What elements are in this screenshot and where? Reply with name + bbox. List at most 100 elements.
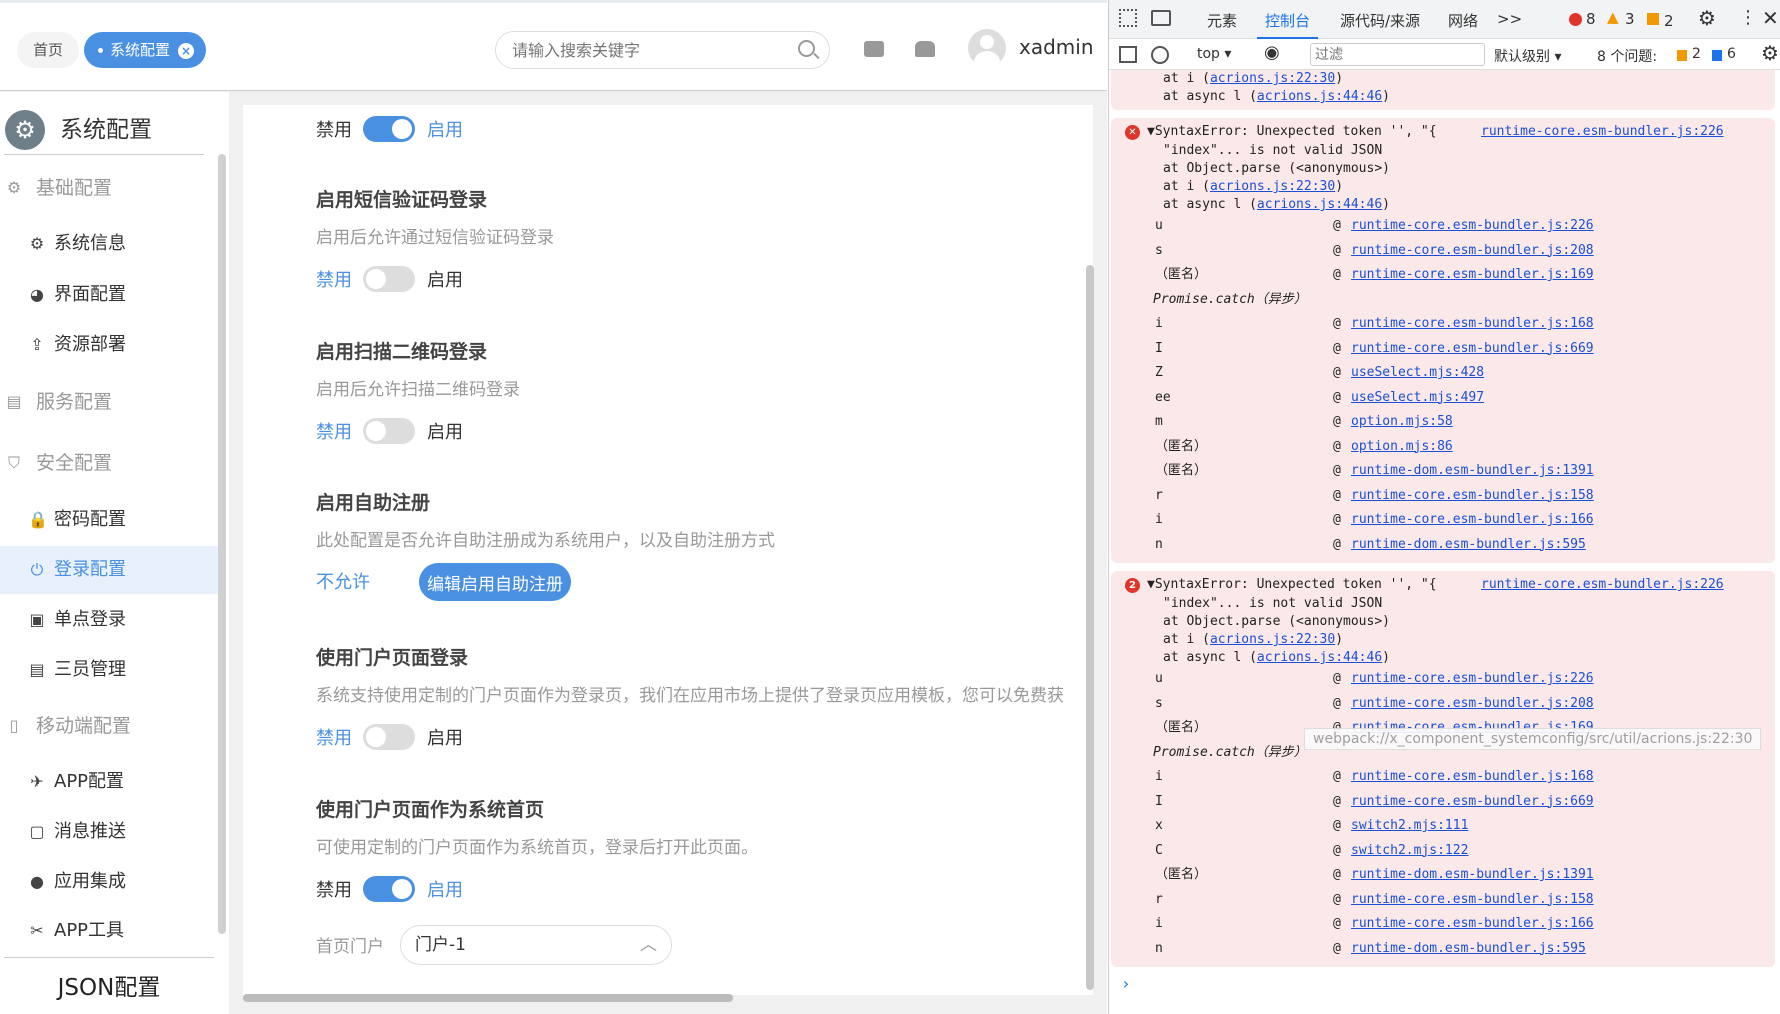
sidebar-item[interactable]: ▤ 三员管理 [0,646,218,694]
search-input[interactable] [495,31,830,69]
issues-info-count[interactable]: 6 [1727,46,1736,62]
toggle-switch[interactable] [363,724,415,750]
device-toolbar-icon[interactable] [1151,10,1171,26]
toggle-switch[interactable] [363,116,415,142]
source-link[interactable]: acrions.js:44:46 [1257,650,1382,665]
edit-self-registration-button[interactable]: 编辑启用自助注册 [419,563,571,601]
log-level-value: 默认级别 [1494,49,1550,65]
off-label: 禁用 [316,270,352,291]
source-link[interactable]: option.mjs:86 [1351,435,1453,460]
portal-select[interactable]: 门户-1 ︿ [400,925,672,965]
toggle-switch[interactable] [363,418,415,444]
source-link[interactable]: acrions.js:22:30 [1210,179,1335,194]
source-link[interactable]: runtime-core.esm-bundler.js:669 [1351,790,1594,815]
source-link[interactable]: switch2.mjs:111 [1351,814,1468,839]
sidebar-scrollbar[interactable] [218,154,226,934]
source-link[interactable]: runtime-core.esm-bundler.js:226 [1481,122,1724,142]
stack-frame: I @ runtime-core.esm-bundler.js:669 [1111,790,1775,815]
sidebar-item[interactable]: ⛉ 安全配置 [0,439,218,487]
eye-icon[interactable]: ◉ [1264,42,1280,63]
issues-warning-count[interactable]: 2 [1692,46,1701,62]
source-link[interactable]: useSelect.mjs:428 [1351,361,1484,386]
source-link[interactable]: acrions.js:44:46 [1257,89,1382,104]
tab-elements[interactable]: 元素 [1207,10,1237,31]
source-link[interactable]: switch2.mjs:122 [1351,839,1468,864]
sidebar-item[interactable]: ▯ 移动端配置 [0,702,218,750]
source-link[interactable]: runtime-core.esm-bundler.js:168 [1351,312,1594,337]
log-level-select[interactable]: 默认级别 ▾ [1494,46,1561,66]
source-link[interactable]: runtime-core.esm-bundler.js:226 [1351,214,1594,239]
sidebar-item[interactable]: 🔒 密码配置 [0,496,218,544]
source-link[interactable]: runtime-core.esm-bundler.js:669 [1351,337,1594,362]
menu-icon: ▢ [29,822,45,841]
tab-system-config[interactable]: 系统配置 × [84,32,207,68]
source-link[interactable]: runtime-dom.esm-bundler.js:1391 [1351,863,1594,888]
source-link[interactable]: runtime-core.esm-bundler.js:158 [1351,484,1594,509]
search-icon[interactable] [798,40,815,57]
toggle-switch[interactable] [363,876,415,902]
stack-frame: r @ runtime-core.esm-bundler.js:158 [1111,484,1775,509]
tab-sources[interactable]: 源代码/来源 [1340,10,1420,31]
more-options-icon[interactable]: ⋮ [1739,7,1757,28]
source-link[interactable]: runtime-core.esm-bundler.js:208 [1351,692,1594,717]
error-count[interactable]: 8 [1586,10,1596,28]
source-link[interactable]: acrions.js:44:46 [1257,197,1382,212]
filter-input[interactable] [1310,43,1485,66]
toggle-switch[interactable] [363,266,415,292]
username[interactable]: xadmin [1019,35,1094,59]
sidebar-item[interactable]: ⏻ 登录配置 [0,546,218,594]
section-title: 启用扫描二维码登录 [316,341,488,363]
source-link[interactable]: runtime-dom.esm-bundler.js:595 [1351,533,1586,558]
off-label: 禁用 [316,728,352,749]
vertical-scrollbar[interactable] [1086,265,1094,990]
tab-network[interactable]: 网络 [1448,10,1478,31]
source-link[interactable]: runtime-dom.esm-bundler.js:595 [1351,937,1586,962]
source-link[interactable]: option.mjs:58 [1351,410,1453,435]
context-select[interactable]: top ▾ [1197,46,1231,62]
skin-icon[interactable] [915,41,935,57]
sidebar-item[interactable]: ▤ 服务配置 [0,378,218,426]
clear-console-icon[interactable] [1151,46,1169,64]
source-link[interactable]: acrions.js:22:30 [1210,632,1335,647]
settings-icon[interactable]: ⚙ [1698,6,1716,30]
info-count[interactable]: 2 [1664,12,1674,30]
console-settings-icon[interactable]: ⚙ [1761,41,1779,65]
avatar[interactable] [968,29,1006,67]
sidebar-item[interactable]: ⚙ 系统信息 [0,220,218,268]
tab-console[interactable]: 控制台 [1256,10,1319,39]
sidebar-toggle-icon[interactable] [1119,46,1137,63]
message-icon[interactable] [864,41,884,57]
sidebar-item[interactable]: ▣ 单点登录 [0,596,218,644]
tab-home[interactable]: 首页 [17,32,80,68]
on-label: 启用 [427,728,463,749]
inspect-icon[interactable] [1119,9,1137,27]
source-link[interactable]: runtime-core.esm-bundler.js:226 [1351,667,1594,692]
sidebar-item[interactable]: ◕ 界面配置 [0,271,218,319]
close-icon[interactable]: ✕ [1762,6,1779,30]
more-tabs-button[interactable]: >> [1497,10,1522,28]
close-icon[interactable]: × [178,42,195,59]
source-link[interactable]: runtime-core.esm-bundler.js:158 [1351,888,1594,913]
sidebar-item[interactable]: ✈ APP配置 [0,758,218,806]
sidebar-item[interactable]: ⚙ 基础配置 [0,164,218,212]
source-link[interactable]: runtime-core.esm-bundler.js:226 [1481,575,1724,595]
gear-icon: ⚙ [5,110,45,150]
source-link[interactable]: runtime-dom.esm-bundler.js:1391 [1351,459,1594,484]
off-label: 禁用 [316,422,352,443]
sidebar-item[interactable]: ● 应用集成 [0,858,218,906]
source-link[interactable]: runtime-core.esm-bundler.js:208 [1351,239,1594,264]
console-prompt[interactable]: › [1121,974,1131,993]
source-link[interactable]: runtime-core.esm-bundler.js:166 [1351,508,1594,533]
warning-count[interactable]: 3 [1625,10,1635,28]
json-config-link[interactable]: JSON配置 [4,957,214,1002]
source-link[interactable]: runtime-core.esm-bundler.js:166 [1351,912,1594,937]
sidebar-item[interactable]: ▢ 消息推送 [0,808,218,856]
source-link[interactable]: runtime-core.esm-bundler.js:169 [1351,263,1594,288]
sidebar-item[interactable]: ⇪ 资源部署 [0,321,218,369]
source-link[interactable]: acrions.js:22:30 [1210,71,1335,86]
source-link[interactable]: useSelect.mjs:497 [1351,386,1484,411]
source-link[interactable]: runtime-core.esm-bundler.js:168 [1351,765,1594,790]
horizontal-scrollbar[interactable] [243,994,733,1002]
sidebar-item[interactable]: ✂ APP工具 [0,907,218,955]
issues-label[interactable]: 8 个问题: [1597,46,1657,66]
